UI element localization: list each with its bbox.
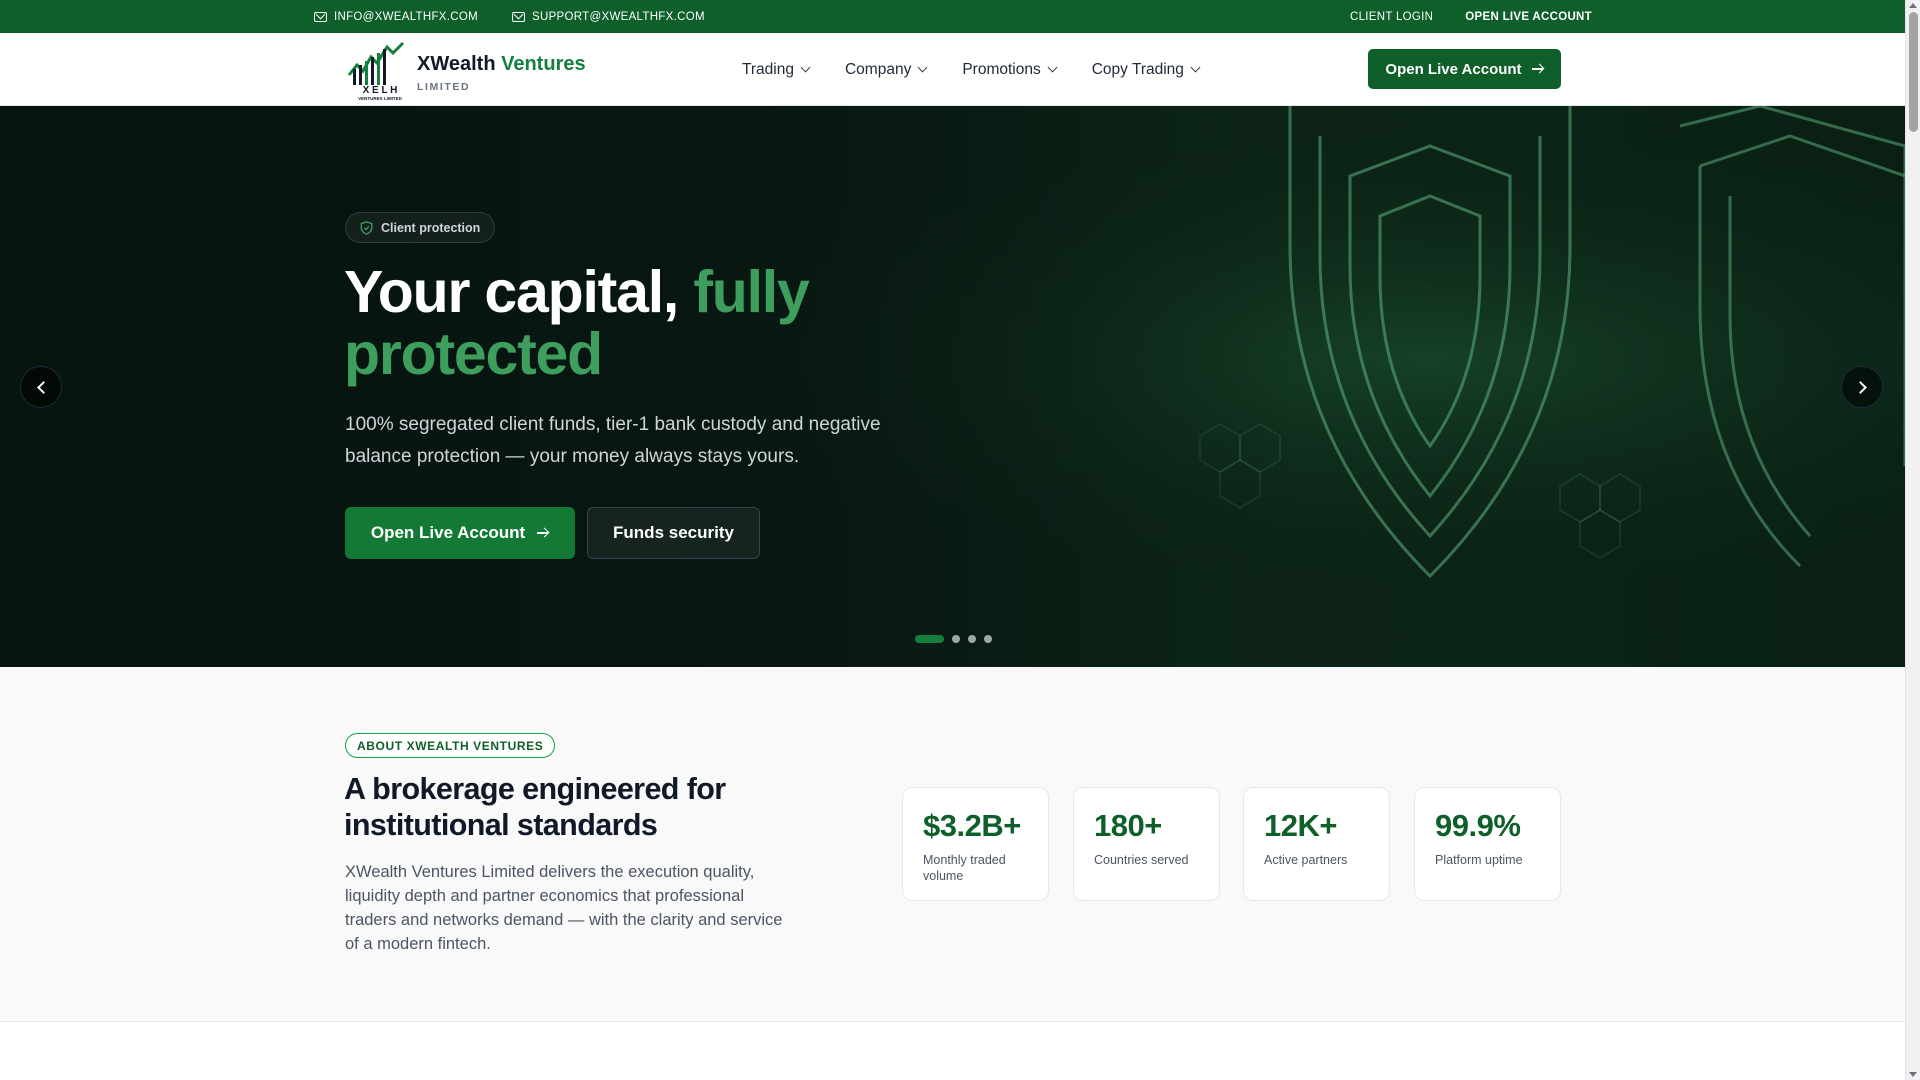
- client-protection-badge: Client protection: [345, 212, 496, 243]
- nav-item-copy-trading[interactable]: Copy Trading: [1091, 60, 1201, 79]
- brand-subtitle: LIMITED: [417, 81, 471, 93]
- mail-icon: [512, 11, 526, 22]
- stat-card-uptime: 99.9% Platform uptime: [1414, 787, 1561, 901]
- badge-label: Client protection: [381, 220, 481, 235]
- contact-links: INFO@XWEALTHFX.COM SUPPORT@XWEALTHFX.COM: [314, 0, 705, 33]
- hero-open-live-account-button[interactable]: Open Live Account: [345, 507, 575, 559]
- stat-label: Monthly traded volume: [923, 853, 1006, 883]
- arrow-right-icon: [537, 528, 549, 538]
- header-cta-label: Open Live Account: [1385, 60, 1522, 78]
- hero-primary-label: Open Live Account: [370, 523, 526, 542]
- brand-logo[interactable]: X E L H VENTURES LIMITED XWealth Venture…: [345, 39, 595, 101]
- nav-item-label: Copy Trading: [1091, 60, 1184, 78]
- stat-value: $3.2B+: [923, 808, 1021, 843]
- logo-mark-icon: X E L H VENTURES LIMITED: [347, 41, 405, 101]
- slider-prev-button[interactable]: [20, 366, 62, 408]
- slider-next-button[interactable]: [1841, 366, 1883, 408]
- about-tag: ABOUT XWEALTH VENTURES: [345, 733, 556, 758]
- nav-item-label: Promotions: [962, 60, 1041, 78]
- nav-item-trading[interactable]: Trading: [742, 60, 811, 79]
- shield-background-art: [0, 106, 1905, 667]
- stat-label: Platform uptime: [1435, 853, 1523, 867]
- slider-dot-4[interactable]: [984, 635, 992, 643]
- hero-title-plain: Your capital,: [344, 259, 694, 325]
- hero-slider: Client protection Your capital, fully pr…: [0, 106, 1905, 667]
- nav-item-label: Trading: [742, 60, 794, 78]
- mail-icon: [314, 11, 327, 22]
- slider-dot-3[interactable]: [968, 635, 976, 643]
- stat-label: Countries served: [1094, 853, 1189, 867]
- logo-mark-letters: X E L H: [363, 85, 398, 96]
- stat-value: 12K+: [1264, 808, 1337, 843]
- shield-check-icon: [360, 220, 373, 235]
- funds-security-button[interactable]: Funds security: [587, 507, 760, 559]
- stat-label: Active partners: [1264, 853, 1348, 867]
- hero-secondary-label: Funds security: [613, 523, 734, 542]
- about-title: A brokerage engineered for institutional…: [344, 772, 726, 842]
- hero-title: Your capital, fully protected: [344, 261, 944, 385]
- top-account-links: CLIENT LOGIN OPEN LIVE ACCOUNT: [1350, 0, 1592, 33]
- chevron-down-icon: [1190, 62, 1201, 73]
- chevron-down-icon: [917, 62, 928, 73]
- chevron-down-icon: [1047, 62, 1058, 73]
- logo-mark-tagline: VENTURES LIMITED: [358, 96, 403, 101]
- chevron-right-icon: [1853, 380, 1867, 394]
- top-utility-bar: INFO@XWEALTHFX.COM SUPPORT@XWEALTHFX.COM…: [0, 0, 1905, 33]
- slider-dot-2[interactable]: [952, 635, 960, 643]
- nav-item-label: Company: [844, 60, 912, 78]
- nav-item-promotions[interactable]: Promotions: [962, 60, 1058, 79]
- scroll-down-arrow-icon[interactable]: [1909, 1072, 1917, 1077]
- arrow-right-icon: [1531, 64, 1544, 74]
- brand-name-primary: XWealth: [417, 53, 496, 75]
- scrollbar-thumb[interactable]: [1909, 12, 1918, 132]
- brand-name-accent: Ventures: [501, 53, 586, 75]
- support-email-text: SUPPORT@XWEALTHFX.COM: [532, 10, 705, 23]
- stat-value: 180+: [1094, 808, 1162, 843]
- hero-description: 100% segregated client funds, tier-1 ban…: [345, 414, 881, 467]
- site-header: X E L H VENTURES LIMITED XWealth Venture…: [0, 33, 1905, 106]
- open-live-account-link[interactable]: OPEN LIVE ACCOUNT: [1465, 11, 1592, 23]
- stat-value: 99.9%: [1435, 808, 1521, 843]
- stat-card-partners: 12K+ Active partners: [1243, 787, 1390, 901]
- stat-card-volume: $3.2B+ Monthly traded volume: [902, 787, 1049, 901]
- chevron-left-icon: [36, 380, 50, 394]
- info-email-link[interactable]: INFO@XWEALTHFX.COM: [314, 11, 478, 23]
- brand-name: XWealth Ventures: [417, 53, 586, 76]
- stat-card-countries: 180+ Countries served: [1073, 787, 1220, 901]
- client-login-link[interactable]: CLIENT LOGIN: [1350, 11, 1433, 23]
- page-scrollbar[interactable]: [1905, 0, 1920, 1080]
- nav-item-company[interactable]: Company: [844, 60, 928, 79]
- chevron-down-icon: [800, 62, 811, 73]
- support-email-link[interactable]: SUPPORT@XWEALTHFX.COM: [512, 11, 705, 23]
- info-email-text: INFO@XWEALTHFX.COM: [334, 10, 479, 23]
- about-text: XWealth Ventures Limited delivers the ex…: [345, 863, 783, 953]
- slider-dots: [915, 635, 992, 643]
- header-open-live-account-button[interactable]: Open Live Account: [1368, 49, 1561, 89]
- about-section: ABOUT XWEALTH VENTURES A brokerage engin…: [0, 667, 1905, 1022]
- main-nav: Trading Company Promotions Copy Trading: [742, 33, 1201, 106]
- slider-dot-1[interactable]: [915, 635, 944, 643]
- scroll-up-arrow-icon[interactable]: [1909, 3, 1917, 8]
